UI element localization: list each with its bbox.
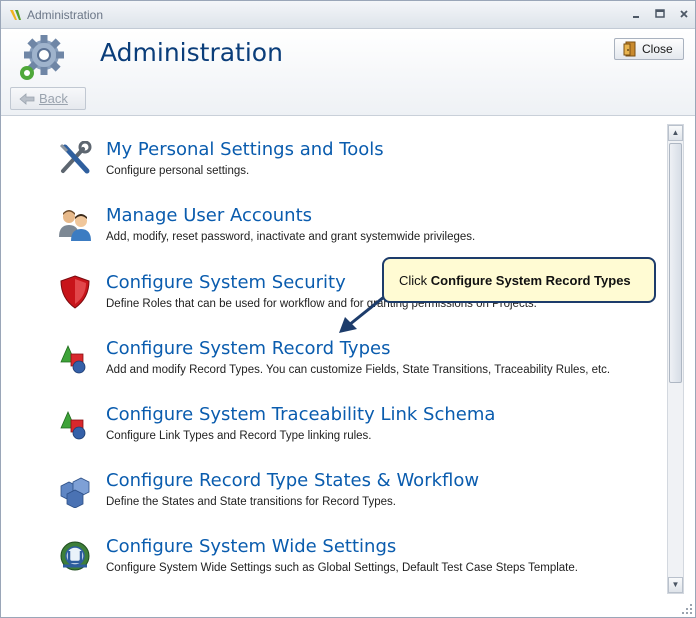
item-description: Configure System Wide Settings such as G… (106, 562, 578, 574)
window-close-button[interactable] (675, 6, 693, 24)
users-icon (59, 210, 91, 241)
list-item-states-workflow[interactable]: Configure Record Type States & Workflow … (57, 470, 657, 522)
item-description: Add and modify Record Types. You can cus… (106, 364, 611, 376)
close-x-icon (680, 10, 688, 18)
page-title: Administration (100, 38, 283, 67)
header: Administration Close Back (1, 30, 695, 116)
item-title[interactable]: Configure System Wide Settings (106, 536, 396, 557)
scroll-up-button[interactable]: ▲ (668, 125, 683, 141)
resize-grip-icon[interactable] (681, 603, 693, 615)
instruction-callout: Click Configure System Record Types (382, 257, 656, 303)
admin-options-list: My Personal Settings and Tools Configure… (1, 117, 695, 617)
maximize-button[interactable] (651, 6, 669, 24)
maximize-icon (655, 9, 665, 18)
minimize-button[interactable] (627, 6, 645, 24)
shield-icon (60, 275, 90, 309)
back-button[interactable]: Back (10, 87, 86, 110)
shapes-icon (60, 345, 86, 374)
item-title[interactable]: Configure System Traceability Link Schem… (106, 404, 495, 425)
window-title: Administration (27, 8, 104, 22)
item-title[interactable]: Configure System Record Types (106, 338, 390, 359)
list-item-record-types[interactable]: Configure System Record Types Add and mo… (57, 338, 657, 390)
scroll-down-button[interactable]: ▼ (668, 577, 683, 593)
list-item-system-wide-settings[interactable]: Configure System Wide Settings Configure… (57, 536, 657, 588)
close-button[interactable]: Close (614, 38, 684, 60)
cubes-icon (60, 477, 90, 508)
list-item-traceability-schema[interactable]: Configure System Traceability Link Schem… (57, 404, 657, 456)
back-button-label: Back (39, 91, 68, 106)
shapes-icon (60, 411, 86, 440)
item-title[interactable]: My Personal Settings and Tools (106, 139, 384, 160)
globe-settings-icon (60, 541, 90, 571)
admin-window: Administration Administration Close Back… (0, 0, 696, 618)
gear-icon (20, 35, 64, 80)
list-item-manage-users[interactable]: Manage User Accounts Add, modify, reset … (57, 205, 657, 257)
item-description: Define the States and State transitions … (106, 496, 397, 508)
minimize-icon (633, 16, 639, 18)
callout-target: Configure System Record Types (430, 272, 631, 288)
item-title[interactable]: Manage User Accounts (106, 205, 312, 226)
door-exit-icon (623, 41, 636, 57)
item-title[interactable]: Configure Record Type States & Workflow (106, 470, 479, 491)
vertical-scrollbar[interactable]: ▲ ▼ (667, 124, 684, 594)
item-title[interactable]: Configure System Security (106, 272, 346, 293)
callout-prefix: Click (399, 272, 428, 288)
list-item-personal-settings[interactable]: My Personal Settings and Tools Configure… (57, 139, 657, 191)
close-button-label: Close (642, 42, 673, 56)
item-description: Add, modify, reset password, inactivate … (106, 231, 476, 243)
app-logo-icon (10, 10, 21, 20)
item-description: Configure Link Types and Record Type lin… (106, 430, 372, 442)
item-description: Configure personal settings. (106, 165, 250, 177)
scroll-thumb[interactable] (669, 143, 682, 383)
title-bar[interactable]: Administration (1, 1, 695, 29)
tools-icon (59, 141, 92, 174)
back-arrow-icon (19, 92, 35, 105)
